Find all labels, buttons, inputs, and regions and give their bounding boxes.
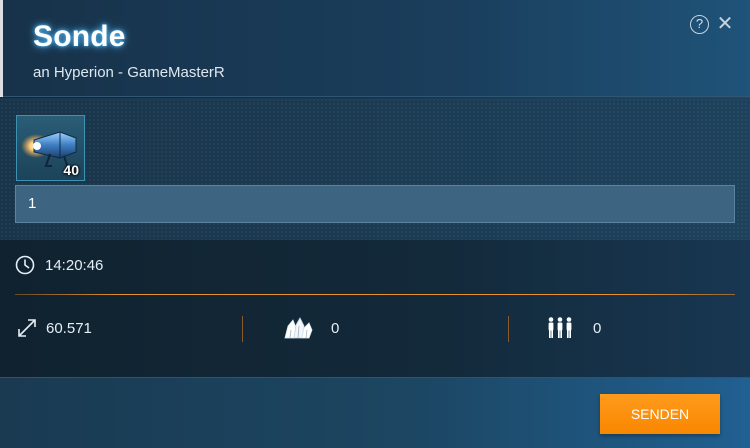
crew-value: 0 (593, 319, 602, 337)
ship-selection: 40 1 (0, 98, 750, 240)
arrival-time: 14:20:46 (45, 256, 104, 274)
probe-ship-tile[interactable]: 40 (16, 115, 85, 181)
send-probe-dialog: Sonde an Hyperion - GameMasterR ? ✕ 40 1… (0, 0, 750, 448)
clock-icon (15, 255, 35, 275)
ship-count-badge: 40 (63, 162, 79, 178)
distance-arrows-icon (18, 319, 36, 337)
crew-stat: 0 (547, 316, 601, 340)
distance-value: 60.571 (46, 319, 92, 337)
separator-line (15, 294, 735, 295)
header-accent-bar (0, 0, 3, 97)
stat-divider (508, 316, 509, 342)
distance-stat: 60.571 (16, 316, 92, 340)
crystal-icon (284, 317, 313, 339)
dialog-footer: SENDEN (0, 377, 750, 448)
dialog-header: Sonde an Hyperion - GameMasterR ? ✕ (0, 0, 750, 97)
dialog-title: Sonde (33, 20, 126, 53)
close-icon[interactable]: ✕ (715, 14, 735, 34)
help-icon[interactable]: ? (690, 15, 709, 34)
arrival-time-row: 14:20:46 (15, 255, 103, 275)
crew-icon (548, 317, 572, 338)
send-button[interactable]: SENDEN (600, 394, 720, 434)
mission-info: 14:20:46 60.571 0 0 (0, 240, 750, 377)
stat-divider (242, 316, 243, 342)
quantity-input[interactable]: 1 (15, 185, 735, 223)
resources-stat: 0 (282, 316, 339, 340)
resources-value: 0 (331, 319, 340, 337)
dialog-subtitle: an Hyperion - GameMasterR (33, 64, 225, 81)
